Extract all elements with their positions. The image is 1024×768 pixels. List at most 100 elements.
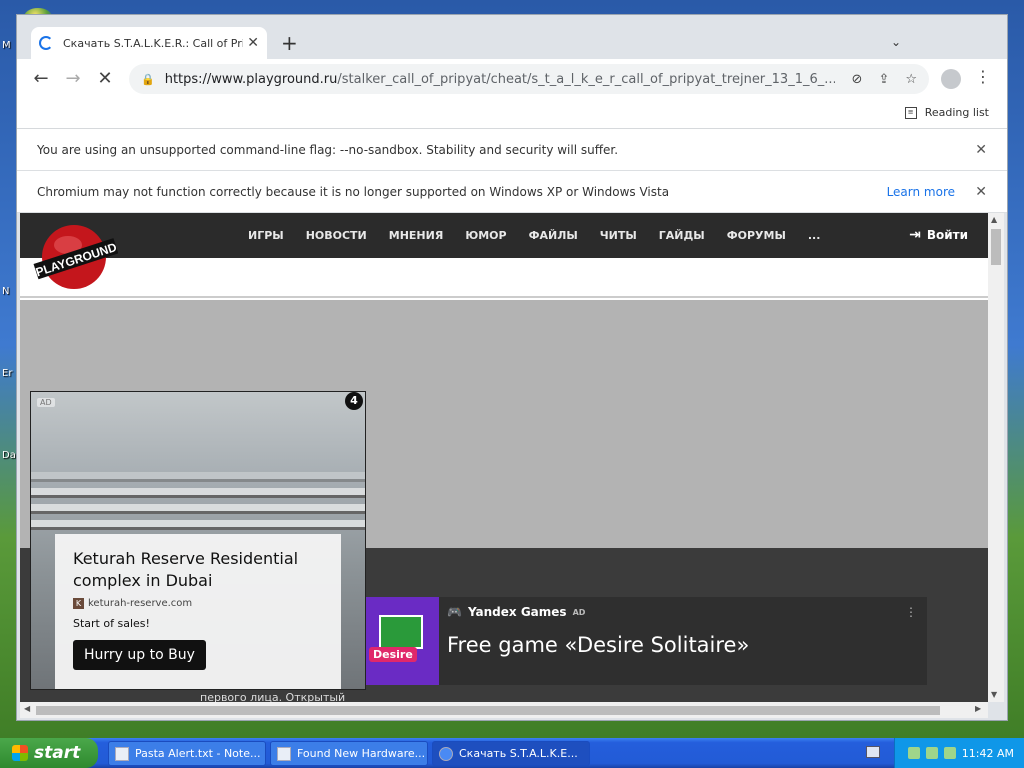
system-tray: 11:42 AM [894, 738, 1024, 768]
taskbar-item-hardware[interactable]: Found New Hardware... [270, 741, 428, 766]
ad-brand: 🎮 Yandex Games AD [447, 605, 919, 619]
nav-guides[interactable]: ГАЙДЫ [659, 229, 705, 242]
url-text[interactable]: https://www.playground.ru/stalker_call_o… [165, 72, 835, 87]
building-image [31, 504, 365, 514]
nav-cheats[interactable]: ЧИТЫ [600, 229, 637, 242]
keyboard-icon[interactable] [866, 746, 880, 758]
scroll-down-icon[interactable]: ▼ [991, 690, 997, 699]
menu-button[interactable]: ⋮ [975, 67, 991, 86]
overlay-ad[interactable]: AD 4 Keturah Reserve Residential complex… [30, 391, 366, 690]
infobar-close-icon[interactable]: ✕ [975, 142, 987, 158]
nav-files[interactable]: ФАЙЛЫ [529, 229, 578, 242]
nav-opinions[interactable]: МНЕНИЯ [389, 229, 444, 242]
bookmark-star-icon[interactable]: ☆ [905, 72, 917, 87]
taskbar-item-label: Pasta Alert.txt - Note... [135, 747, 261, 760]
lock-icon[interactable]: 🔒 [141, 73, 155, 86]
clock[interactable]: 11:42 AM [962, 747, 1014, 760]
scroll-up-icon[interactable]: ▲ [991, 215, 997, 224]
ad-headline[interactable]: Keturah Reserve Residential complex in D… [73, 548, 323, 592]
start-label: start [34, 743, 81, 763]
tab-search-button[interactable]: ⌄ [891, 35, 901, 49]
login-button[interactable]: ⇥ Войти [909, 227, 968, 243]
site-subheader [20, 258, 988, 298]
tab-title: Скачать S.T.A.L.K.E.R.: Call of Pripyat [63, 36, 243, 50]
infobar-text: You are using an unsupported command-lin… [37, 142, 619, 157]
vertical-scrollbar[interactable]: ▲ ▼ [988, 213, 1004, 702]
nav-humor[interactable]: ЮМОР [465, 229, 506, 242]
reading-list-button[interactable]: ≡ Reading list [904, 106, 989, 119]
ad-label: AD [572, 607, 586, 617]
taskbar-item-notepad[interactable]: Pasta Alert.txt - Note... [108, 741, 266, 766]
bookmarks-bar: ≡ Reading list [17, 99, 1007, 129]
ad-description: Start of sales! [73, 617, 150, 630]
nav-games[interactable]: ИГРЫ [248, 229, 284, 242]
scrollbar-thumb[interactable] [36, 706, 940, 715]
tracking-blocked-icon[interactable]: ⊘ [852, 72, 863, 87]
ad-countdown-badge[interactable]: 4 [345, 392, 363, 410]
start-button[interactable]: start [0, 738, 98, 768]
volume-icon[interactable] [943, 747, 956, 759]
advertiser-icon: K [73, 598, 84, 609]
url-path: /stalker_call_of_pripyat/cheat/s_t_a_l_k… [337, 71, 835, 87]
stop-button[interactable]: ✕ [93, 68, 117, 89]
tab-close-icon[interactable]: ✕ [247, 35, 259, 51]
learn-more-link[interactable]: Learn more [887, 185, 955, 199]
site-nav: ИГРЫ НОВОСТИ МНЕНИЯ ЮМОР ФАЙЛЫ ЧИТЫ ГАЙД… [248, 229, 820, 242]
horizontal-scrollbar[interactable]: ◀ ▶ [20, 702, 988, 718]
nav-forums[interactable]: ФОРУМЫ [727, 229, 786, 242]
new-tab-button[interactable]: + [281, 31, 298, 55]
profile-avatar-icon[interactable] [941, 69, 961, 89]
ad-body: 🎮 Yandex Games AD Free game «Desire Soli… [439, 597, 927, 685]
ad-thumbnail: Desire [365, 597, 439, 685]
windows-flag-icon [12, 745, 28, 761]
ad-cta-button[interactable]: Hurry up to Buy [73, 640, 206, 670]
omnibox-actions: ⊘ ⇪ ☆ [852, 72, 917, 87]
network-icon[interactable] [907, 747, 920, 759]
taskbar-item-browser[interactable]: Скачать S.T.A.L.K.E... [432, 741, 590, 766]
yandex-games-ad[interactable]: Desire 🎮 Yandex Games AD Free game «Desi… [365, 597, 927, 685]
ad-brand-name: Yandex Games [467, 605, 567, 619]
taskbar: start Pasta Alert.txt - Note... Found Ne… [0, 738, 1024, 768]
login-icon: ⇥ [909, 227, 921, 243]
loading-spinner-icon [39, 36, 53, 50]
reading-list-label: Reading list [924, 106, 989, 119]
toolbar: ← → ✕ 🔒 https://www.playground.ru/stalke… [17, 59, 1007, 99]
nav-more[interactable]: ... [808, 229, 821, 242]
ad-card: Keturah Reserve Residential complex in D… [55, 534, 341, 689]
scroll-right-icon[interactable]: ▶ [975, 704, 981, 713]
nav-news[interactable]: НОВОСТИ [306, 229, 367, 242]
building-image [31, 520, 365, 530]
playground-logo[interactable]: PLAYGROUND [32, 219, 118, 291]
url-host: https://www.playground.ru [164, 71, 338, 87]
window-icon [277, 746, 291, 761]
desktop-label[interactable]: M [2, 40, 11, 51]
scrollbar-thumb[interactable] [991, 229, 1001, 265]
infobar-text: Chromium may not function correctly beca… [37, 184, 670, 199]
yandex-games-icon: 🎮 [447, 605, 462, 619]
desktop-label[interactable]: N [2, 286, 9, 297]
notepad-icon [115, 746, 129, 761]
forward-button[interactable]: → [61, 68, 85, 89]
security-icon[interactable] [925, 747, 938, 759]
ad-title[interactable]: Free game «Desire Solitaire» [447, 633, 919, 657]
address-bar[interactable]: 🔒 https://www.playground.ru/stalker_call… [129, 64, 929, 94]
back-button[interactable]: ← [29, 68, 53, 89]
solitaire-card-image [379, 615, 423, 649]
chromium-icon [439, 746, 453, 761]
building-image [31, 472, 365, 482]
desktop-label[interactable]: Er [2, 368, 12, 379]
infobar-close-icon[interactable]: ✕ [975, 184, 987, 200]
share-icon[interactable]: ⇪ [878, 72, 889, 87]
article-text: первого лица. Открытый [200, 691, 346, 702]
desktop-label[interactable]: Da [2, 450, 16, 461]
reading-list-icon: ≡ [904, 106, 917, 119]
login-label: Войти [926, 228, 968, 242]
ad-menu-icon[interactable]: ⋮ [905, 605, 917, 619]
thumb-label: Desire [369, 647, 417, 662]
tab-active[interactable]: Скачать S.T.A.L.K.E.R.: Call of Pripyat … [31, 27, 267, 59]
scroll-left-icon[interactable]: ◀ [24, 704, 30, 713]
infobar-sandbox: You are using an unsupported command-lin… [17, 129, 1007, 171]
tab-strip: Скачать S.T.A.L.K.E.R.: Call of Pripyat … [17, 15, 1007, 59]
infobar-unsupported-os: Chromium may not function correctly beca… [17, 171, 1007, 213]
building-image [31, 488, 365, 498]
